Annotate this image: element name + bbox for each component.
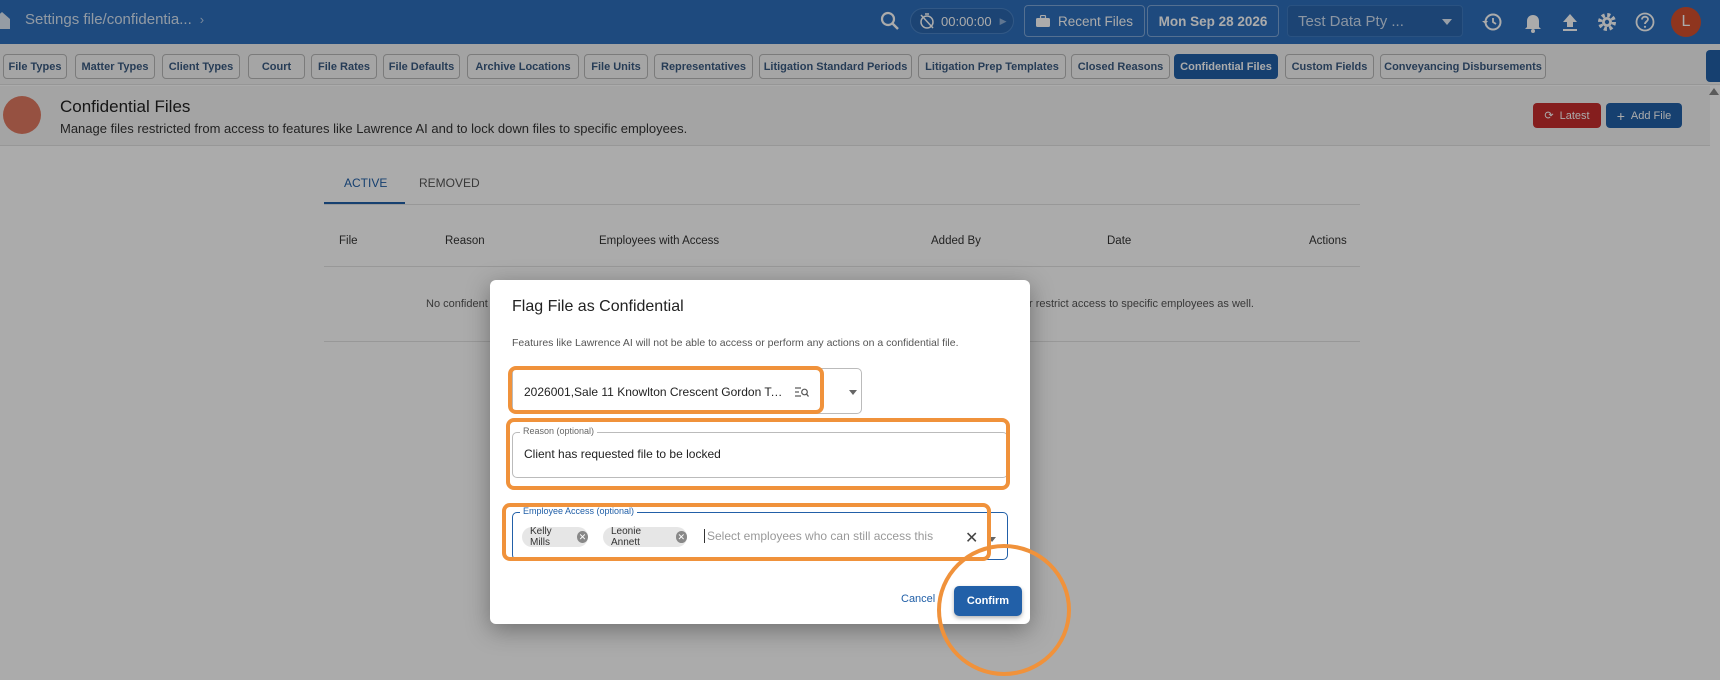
dialog-note: Features like Lawrence AI will not be ab… <box>512 337 959 349</box>
file-highlight <box>508 366 824 414</box>
reason-highlight <box>506 418 1010 490</box>
caret-down-icon[interactable] <box>849 390 857 395</box>
cancel-button[interactable]: Cancel <box>901 593 935 605</box>
employee-highlight <box>502 503 991 561</box>
dialog-title: Flag File as Confidential <box>512 298 684 315</box>
confirm-highlight-circle <box>937 544 1071 676</box>
